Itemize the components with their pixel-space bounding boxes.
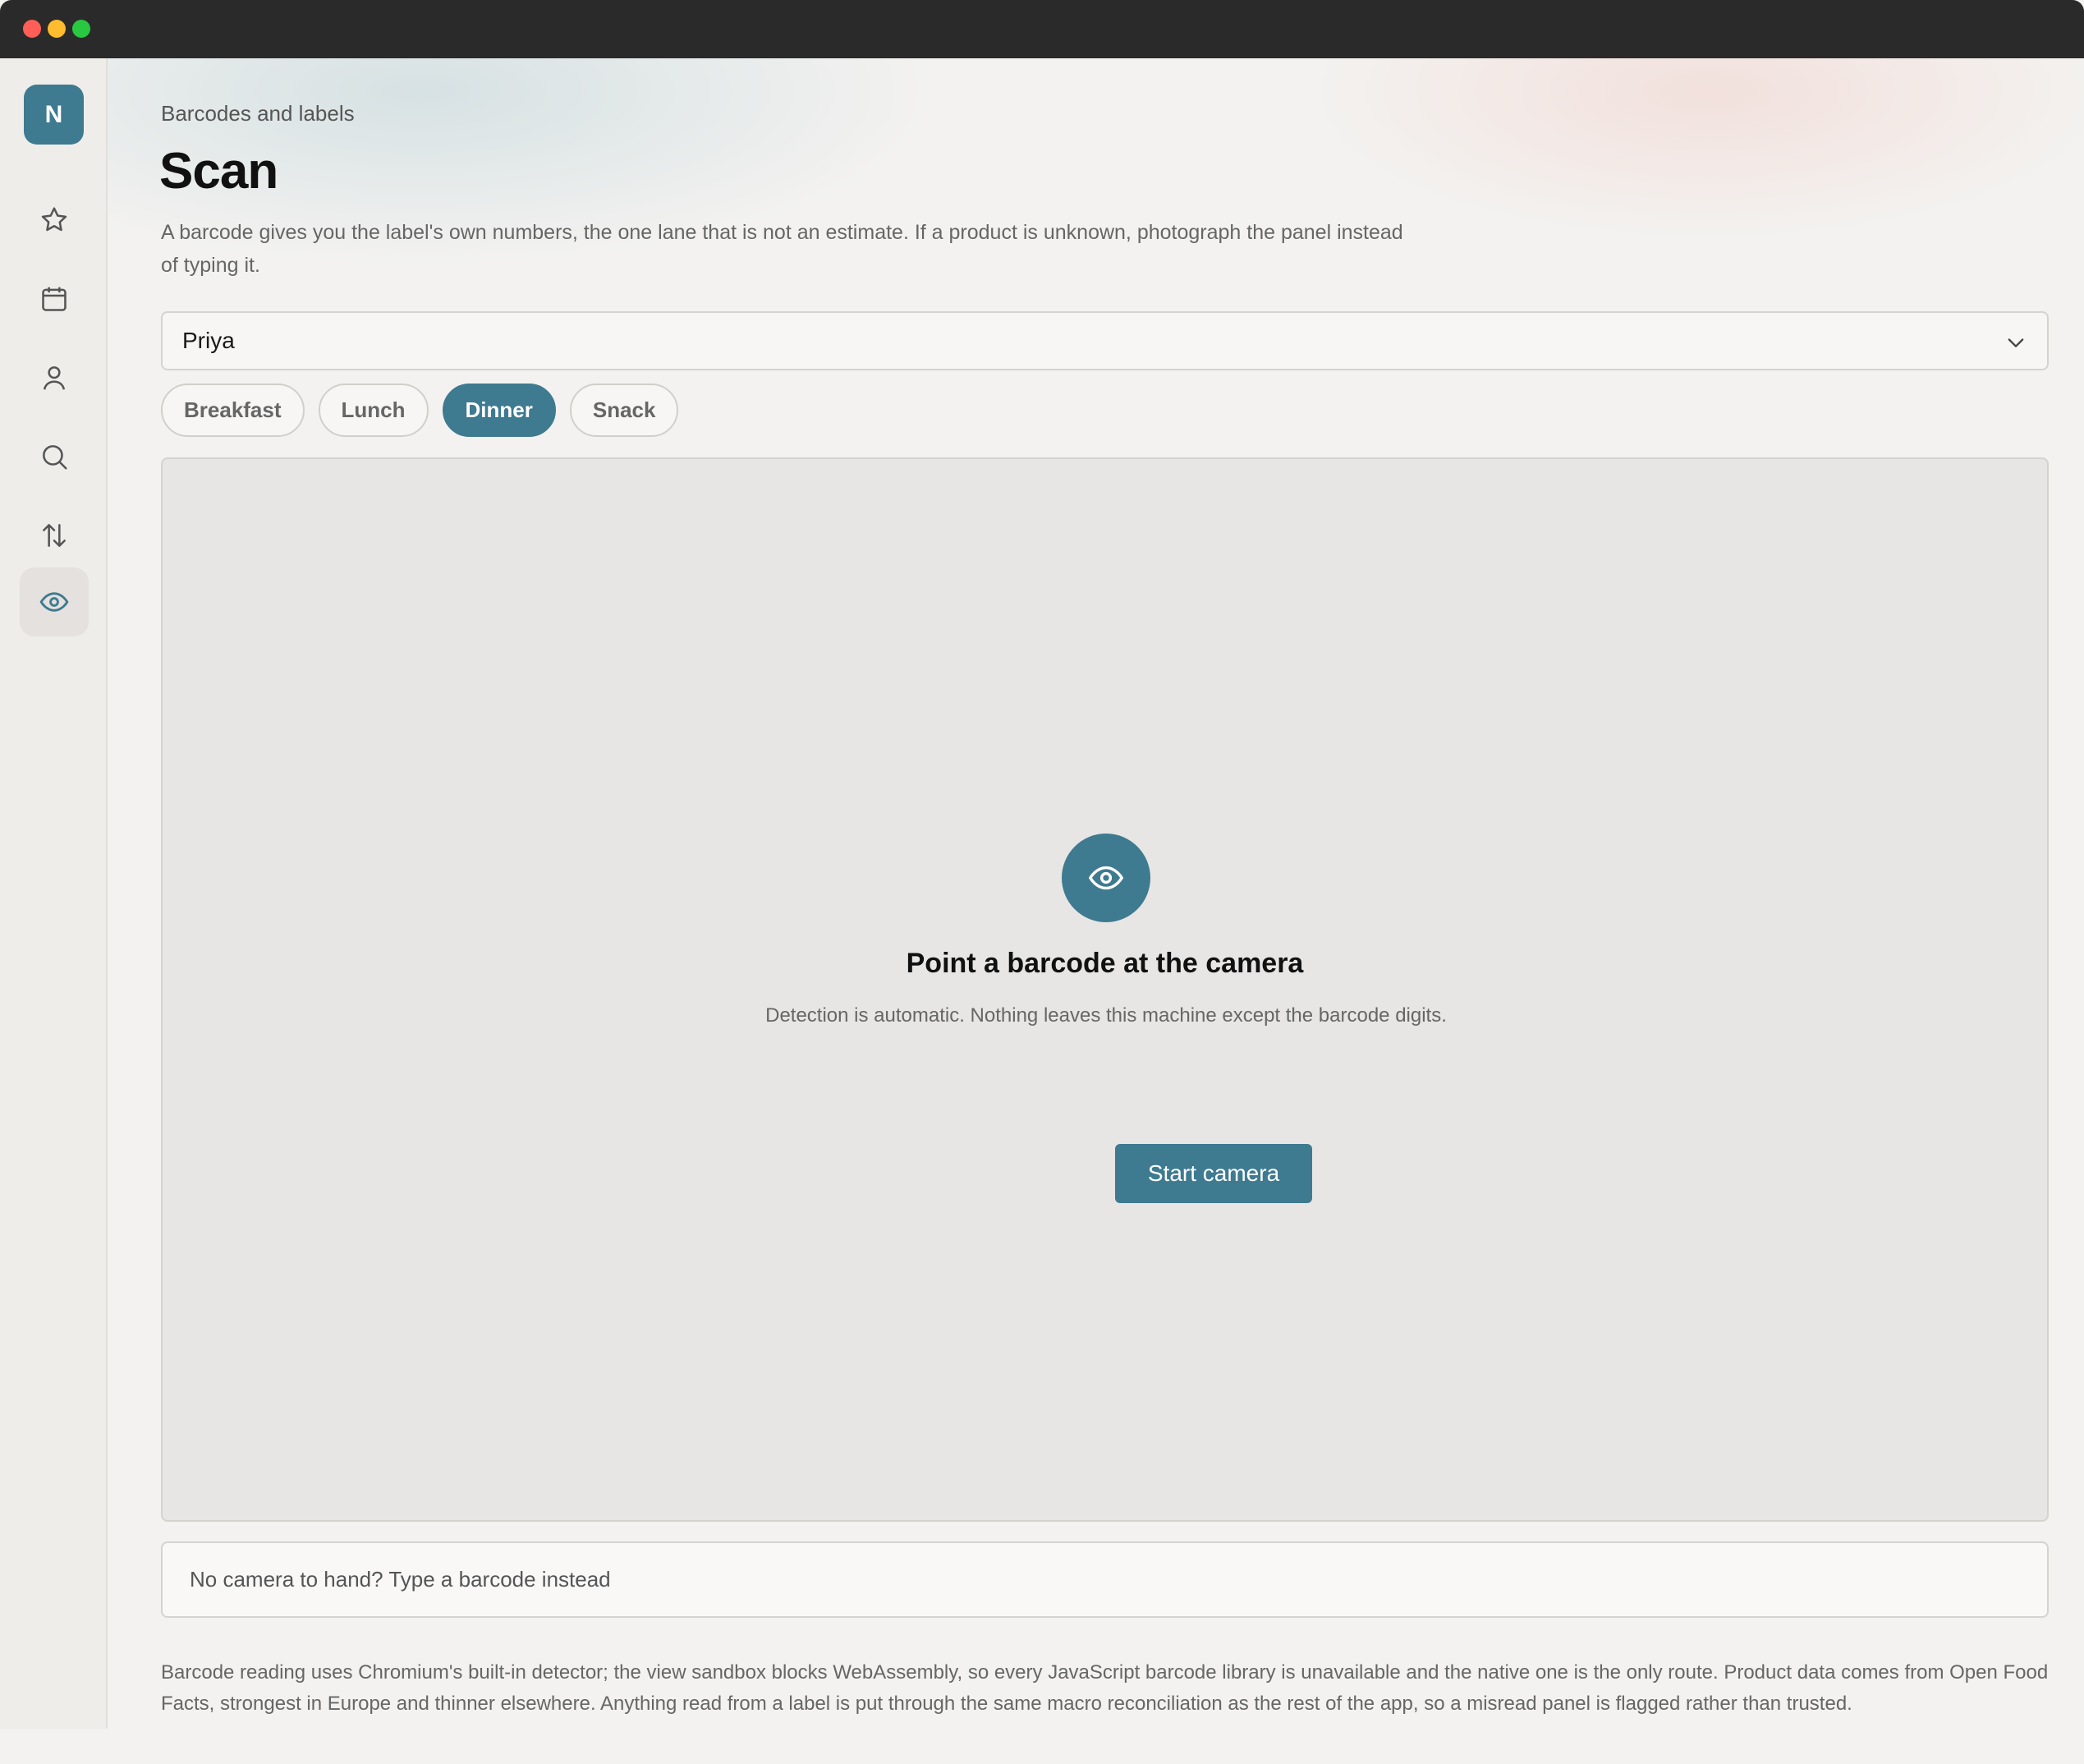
search-icon <box>43 445 67 470</box>
meal-chip-breakfast[interactable]: Breakfast <box>161 384 305 437</box>
person-icon <box>43 366 66 390</box>
person-select-value: Priya <box>182 328 235 353</box>
footnote: Barcode reading uses Chromium's built-in… <box>161 1661 2049 1715</box>
title-bar <box>0 0 2084 58</box>
app-window: N Barcodes and labels Scan A barcode giv… <box>0 0 2084 1764</box>
eye-icon <box>39 592 69 612</box>
camera-title: Point a barcode at the camera <box>906 948 1304 979</box>
sidebar-item-import-export[interactable] <box>20 501 89 570</box>
sidebar-item-people[interactable] <box>20 343 89 412</box>
sort-arrows-icon <box>43 524 66 547</box>
page-title: Scan <box>159 143 278 200</box>
camera-description: Detection is automatic. Nothing leaves t… <box>765 1004 1447 1027</box>
camera-badge <box>1062 834 1150 922</box>
eye-icon <box>1088 866 1124 890</box>
main-content: Barcodes and labels Scan A barcode gives… <box>108 58 2084 1764</box>
person-select[interactable]: Priya <box>161 311 2049 370</box>
sidebar-item-favorites[interactable] <box>20 186 89 255</box>
sidebar: N <box>0 58 108 1729</box>
sidebar-item-search[interactable] <box>20 422 89 491</box>
meal-chip-lunch[interactable]: Lunch <box>318 384 429 437</box>
camera-viewport: Point a barcode at the camera Detection … <box>161 457 2049 1522</box>
chevron-down-icon <box>2008 338 2024 347</box>
sidebar-item-scan[interactable] <box>20 567 89 636</box>
start-camera-button[interactable]: Start camera <box>1115 1144 1312 1203</box>
close-window-button[interactable] <box>23 20 41 38</box>
zoom-window-button[interactable] <box>72 20 90 38</box>
star-icon <box>41 207 67 232</box>
breadcrumb: Barcodes and labels <box>161 101 355 126</box>
avatar[interactable]: N <box>24 85 84 145</box>
page-intro: A barcode gives you the label's own numb… <box>161 221 1403 277</box>
meal-chip-snack[interactable]: Snack <box>569 384 679 437</box>
calendar-icon <box>42 287 67 311</box>
barcode-input[interactable] <box>161 1541 2049 1618</box>
sidebar-item-calendar[interactable] <box>20 264 89 333</box>
meal-selector: Breakfast Lunch Dinner Snack <box>161 384 679 437</box>
meal-chip-dinner[interactable]: Dinner <box>442 384 556 437</box>
minimize-window-button[interactable] <box>48 20 66 38</box>
